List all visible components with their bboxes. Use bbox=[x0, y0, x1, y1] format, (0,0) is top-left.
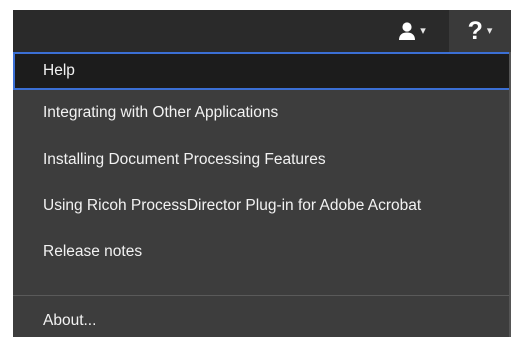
menu-item-label: Release notes bbox=[43, 243, 143, 260]
caret-down-icon: ▾ bbox=[486, 24, 493, 37]
menu-item-label: About... bbox=[43, 311, 97, 329]
help-dropdown-menu: Help Integrating with Other Applications… bbox=[13, 52, 511, 337]
user-icon bbox=[399, 22, 416, 40]
page: ▾ ? ▾ Help Integrating with Other Applic… bbox=[0, 0, 511, 337]
menu-item-installing-document-processing-features[interactable]: Installing Document Processing Features bbox=[13, 136, 511, 183]
help-menu-button[interactable]: ? ▾ bbox=[449, 10, 511, 52]
menu-separator bbox=[13, 295, 511, 296]
menu-item-label: Installing Document Processing Features bbox=[43, 150, 326, 168]
menu-item-label: Integrating with Other Applications bbox=[43, 104, 279, 121]
menu-item-label: Using Ricoh ProcessDirector Plug-in for … bbox=[43, 197, 422, 214]
help-icon: ? bbox=[467, 16, 483, 45]
user-menu-button[interactable]: ▾ bbox=[378, 10, 446, 52]
menu-item-label: Help bbox=[43, 62, 75, 79]
menu-item-about[interactable]: About... bbox=[13, 304, 511, 337]
top-toolbar: ▾ ? ▾ bbox=[13, 10, 511, 52]
menu-item-using-ricoh-processdirector-plugin[interactable]: Using Ricoh ProcessDirector Plug-in for … bbox=[13, 183, 511, 229]
menu-item-integrating-with-other-applications[interactable]: Integrating with Other Applications bbox=[13, 90, 511, 136]
menu-item-release-notes[interactable]: Release notes bbox=[13, 229, 511, 275]
menu-item-help[interactable]: Help bbox=[13, 52, 511, 90]
caret-down-icon: ▾ bbox=[420, 24, 426, 37]
